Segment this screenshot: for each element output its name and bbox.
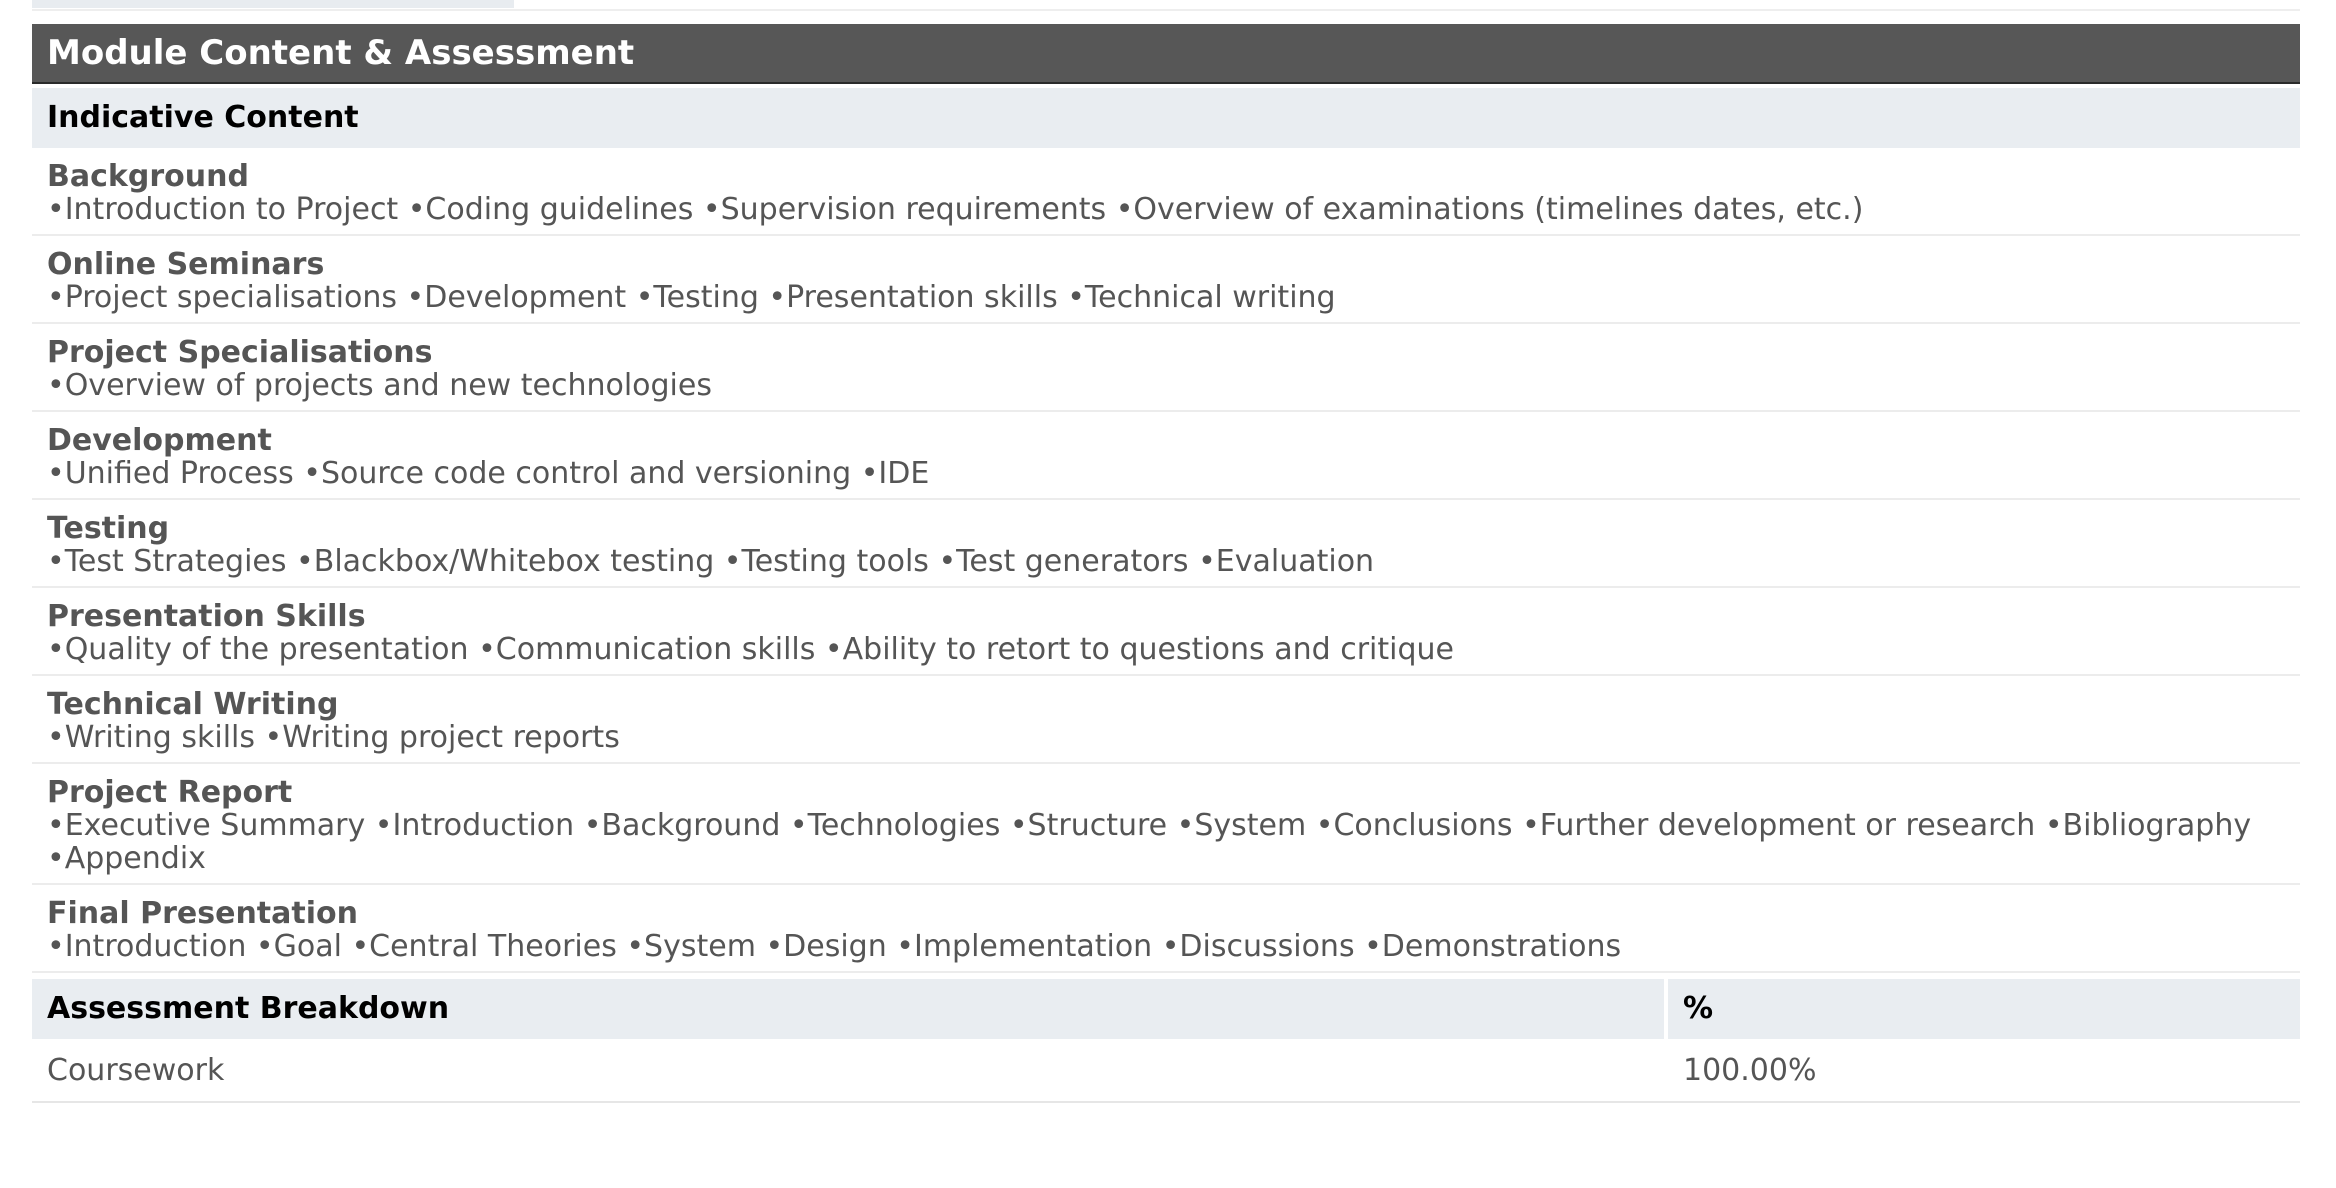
content-item-title: Technical Writing: [47, 687, 339, 722]
content-item-body: •Introduction to Project •Coding guideli…: [47, 192, 1864, 227]
assessment-breakdown-table: Assessment Breakdown % Coursework 100.00…: [32, 979, 2300, 1103]
content-item-project-report: Project Report •Executive Summary •Intro…: [32, 764, 2300, 885]
previous-section-edge: [32, 0, 2300, 11]
content-item-development: Development •Unified Process •Source cod…: [32, 412, 2300, 500]
content-item-background: Background •Introduction to Project •Cod…: [32, 148, 2300, 236]
content-item-body: •Introduction •Goal •Central Theories •S…: [47, 929, 1622, 964]
content-item-title: Final Presentation: [47, 896, 358, 931]
content-item-body: •Test Strategies •Blackbox/Whitebox test…: [47, 544, 1375, 579]
assessment-header-row: Assessment Breakdown %: [32, 979, 2300, 1039]
content-item-body: •Unified Process •Source code control an…: [47, 456, 930, 491]
table-row: Coursework 100.00%: [32, 1039, 2300, 1103]
content-item-title: Presentation Skills: [47, 599, 366, 634]
content-item-body: •Quality of the presentation •Communicat…: [47, 632, 1454, 667]
content-item-body: •Project specialisations •Development •T…: [47, 280, 1336, 315]
content-item-title: Testing: [47, 511, 170, 546]
content-item-project-specialisations: Project Specialisations •Overview of pro…: [32, 324, 2300, 412]
assessment-header-percent: %: [1668, 979, 2300, 1039]
content-item-title: Online Seminars: [47, 247, 325, 282]
content-item-body: •Overview of projects and new technologi…: [47, 368, 712, 403]
module-content-section: Module Content & Assessment Indicative C…: [32, 24, 2300, 1103]
assessment-header-label: Assessment Breakdown: [32, 979, 1664, 1039]
content-item-title: Background: [47, 159, 249, 194]
previous-section-cell: [32, 0, 514, 8]
assessment-type: Coursework: [47, 1053, 225, 1088]
indicative-content-header: Indicative Content: [32, 88, 2300, 148]
indicative-content-list: Background •Introduction to Project •Cod…: [32, 148, 2300, 973]
content-item-title: Project Specialisations: [47, 335, 433, 370]
content-item-title: Development: [47, 423, 272, 458]
section-title: Module Content & Assessment: [32, 24, 2300, 84]
content-item-presentation-skills: Presentation Skills •Quality of the pres…: [32, 588, 2300, 676]
content-item-body: •Writing skills •Writing project reports: [47, 720, 620, 755]
content-item-testing: Testing •Test Strategies •Blackbox/White…: [32, 500, 2300, 588]
assessment-percent: 100.00%: [1683, 1053, 1817, 1088]
content-item-title: Project Report: [47, 775, 293, 810]
content-item-final-presentation: Final Presentation •Introduction •Goal •…: [32, 885, 2300, 973]
content-item-technical-writing: Technical Writing •Writing skills •Writi…: [32, 676, 2300, 764]
content-item-online-seminars: Online Seminars •Project specialisations…: [32, 236, 2300, 324]
content-item-body: •Executive Summary •Introduction •Backgr…: [47, 808, 2252, 876]
